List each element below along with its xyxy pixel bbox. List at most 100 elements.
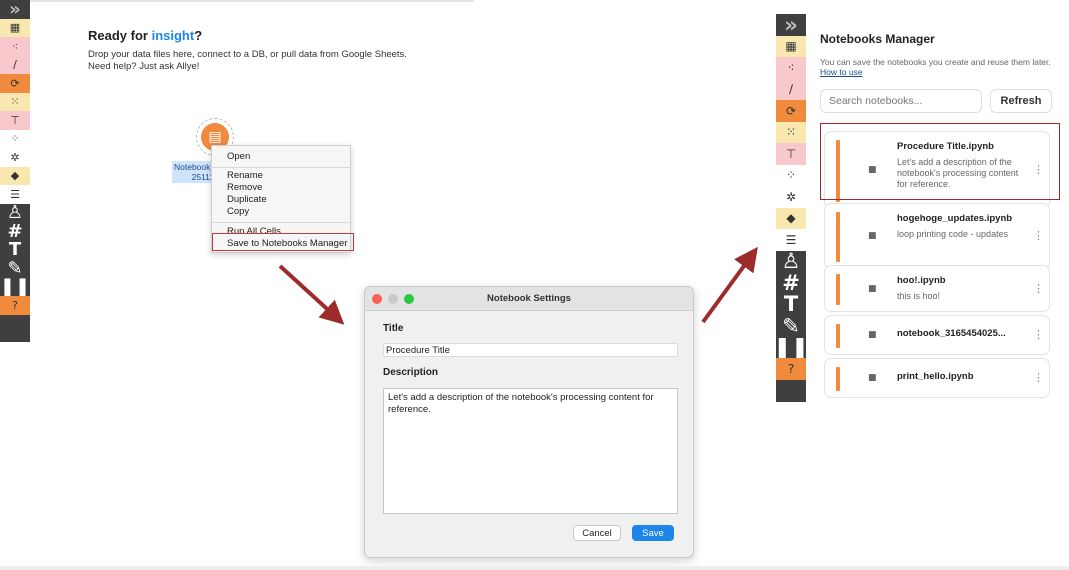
notebook-description: this is hoo! [897,291,941,301]
palette-slot: ▦ [776,35,806,57]
notebook-settings-dialog: Notebook Settings Title Description Let'… [364,286,694,558]
title-field[interactable] [383,343,678,357]
palette-slot: ▦ [0,18,30,37]
text-tool-icon[interactable]: T [0,239,30,260]
cluster-tool-icon[interactable]: ✲ [776,186,806,208]
notebook-file-icon: ■ [868,165,877,175]
manager-description: You can save the notebooks you create an… [820,57,1051,77]
notebook-card[interactable]: ■ print_hello.ipynb ⋮ [824,358,1050,398]
refresh-button[interactable]: Refresh [990,89,1052,113]
menu-item-copy[interactable]: Copy [227,206,249,217]
line-tool-icon[interactable]: ∕ [0,55,30,74]
dialog-title: Notebook Settings [487,293,571,304]
notebook-name: notebook_3165454025... [897,328,1006,339]
network-tool-icon[interactable]: ⁖ [776,57,806,79]
notebook-tool-icon[interactable]: ☰ [0,185,30,204]
palette-slot: ⊤ [776,143,806,165]
ready-desc-line1: Drop your data files here, connect to a … [88,49,407,60]
pencil-tool-icon[interactable]: ✎ [776,314,806,338]
scatter-tool-icon[interactable]: ⁙ [776,121,806,143]
pause-tool-icon[interactable]: ❚❚ [0,276,30,297]
help-tool-icon[interactable]: ? [776,358,806,380]
palette-slot: ☰ [776,229,806,251]
pause-tool-icon[interactable]: ❚❚ [773,335,808,359]
title-label: Title [383,323,404,334]
hierarchy-tool-icon[interactable]: ⊤ [776,143,806,165]
cube-tool-icon[interactable]: ◆ [776,207,806,229]
insight-accent: insight [151,28,195,43]
notebook-accent-bar [836,367,840,391]
notebooks-manager-panel: Notebooks Manager You can save the noteb… [806,14,1060,402]
hash-tool-icon[interactable]: # [0,221,30,242]
notebook-more-icon[interactable]: ⋮ [1033,163,1044,176]
table-tool-icon[interactable]: ▦ [0,18,30,37]
notebook-more-icon[interactable]: ⋮ [1033,229,1044,242]
notebook-name: print_hello.ipynb [897,371,974,382]
text-tool-icon[interactable]: T [776,292,806,316]
refresh-tool-icon[interactable]: ⟳ [0,74,30,93]
menu-separator [212,167,350,168]
notebook-card[interactable]: ■ hogehoge_updates.ipynb loop printing cod… [824,203,1050,269]
notebook-card[interactable]: ■ hoo!.ipynb this is hoo! ⋮ [824,265,1050,312]
line-tool-icon[interactable]: ∕ [776,78,806,100]
table-tool-icon[interactable]: ▦ [776,35,806,57]
menu-item-open[interactable]: Open [227,151,250,162]
ready-description: Drop your data files here, connect to a … [88,49,448,73]
notebook-card[interactable]: ■ notebook_3165454025... ⋮ [824,315,1050,355]
matrix-tool-icon[interactable]: ⁘ [776,164,806,186]
person-tool-icon[interactable]: ♙ [0,202,30,223]
notebook-name: hoo!.ipynb [897,275,946,286]
hash-tool-icon[interactable]: # [776,271,806,295]
help-tool-icon[interactable]: ? [0,296,30,315]
search-notebooks-input[interactable] [820,89,982,113]
notebook-accent-bar [836,212,840,262]
menu-item-remove[interactable]: Remove [227,182,262,193]
arrow-up [701,246,758,324]
scatter-tool-icon[interactable]: ⁙ [0,92,30,111]
notebook-file-icon: ■ [868,330,877,340]
palette-slot: ♙ [0,202,30,223]
notebook-more-icon[interactable]: ⋮ [1033,371,1044,384]
palette-slot: ◆ [776,207,806,229]
person-tool-icon[interactable]: ♙ [776,249,806,273]
pencil-tool-icon[interactable]: ✎ [0,258,30,279]
notebook-accent-bar [836,140,840,202]
description-label: Description [383,367,439,378]
notebook-tool-icon[interactable]: ☰ [776,229,806,251]
save-button[interactable]: Save [632,525,674,541]
manager-title: Notebooks Manager [820,32,935,46]
menu-separator [212,222,350,223]
notebook-node-label: Notebook_ 25111 [172,161,216,183]
cluster-tool-icon[interactable]: ✲ [0,148,30,167]
cancel-button[interactable]: Cancel [573,525,621,541]
how-to-use-link[interactable]: How to use [820,67,863,77]
menu-item-duplicate[interactable]: Duplicate [227,194,267,205]
matrix-tool-icon[interactable]: ⁘ [0,129,30,148]
palette-slot: ✎ [776,314,806,338]
menu-item-rename[interactable]: Rename [227,170,263,181]
palette-slot: ✲ [0,148,30,167]
palette-slot: ⊤ [0,111,30,130]
palette-slot: ∕ [776,78,806,100]
collapse-toggle-icon[interactable]: » [776,13,806,37]
hierarchy-tool-icon[interactable]: ⊤ [0,111,30,130]
collapse-toggle-icon[interactable]: » [0,0,30,20]
palette-slot: ⁙ [0,92,30,111]
palette-slot: ⁘ [0,129,30,148]
notebook-accent-bar [836,324,840,348]
palette-slot: ♙ [776,249,806,273]
palette-slot: ❚❚ [0,276,30,297]
notebook-more-icon[interactable]: ⋮ [1033,328,1044,341]
ready-title: Ready for insight? [88,28,203,43]
network-tool-icon[interactable]: ⁖ [0,37,30,56]
palette-slot: ❚❚ [773,335,808,359]
palette-slot: # [0,221,30,242]
description-field[interactable]: Let's add a description of the notebook'… [383,388,678,514]
palette-slot: » [776,13,806,37]
palette-slot: ⁘ [776,164,806,186]
notebook-card[interactable]: ■ Procedure Title.ipynb Let's add a descri… [824,131,1050,209]
cube-tool-icon[interactable]: ◆ [0,166,30,185]
notebook-more-icon[interactable]: ⋮ [1033,282,1044,295]
palette-slot: ⟳ [776,100,806,122]
refresh-tool-icon[interactable]: ⟳ [776,100,806,122]
